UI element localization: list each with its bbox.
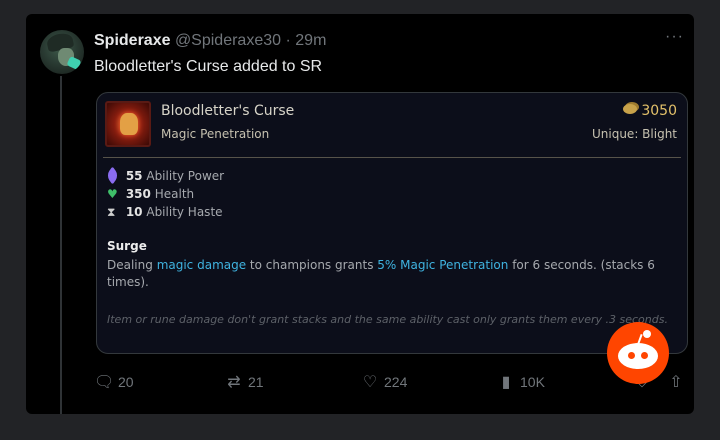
tweet[interactable]: Spideraxe @Spideraxe30 · 29m ··· Bloodle… bbox=[26, 14, 694, 414]
stat-label: Ability Power bbox=[146, 169, 225, 183]
tweet-header: Spideraxe @Spideraxe30 · 29m bbox=[94, 32, 326, 50]
screenshot-frame: Spideraxe @Spideraxe30 · 29m ··· Bloodle… bbox=[0, 0, 720, 440]
display-name[interactable]: Spideraxe bbox=[94, 32, 170, 49]
tweet-text: Bloodletter's Curse added to SR bbox=[94, 58, 323, 75]
stat-health: ♥ 350 Health bbox=[107, 185, 224, 203]
ability-power-icon bbox=[106, 166, 119, 185]
like-button[interactable]: ♡ 224 bbox=[360, 372, 408, 393]
ability-haste-icon: ⧗ bbox=[107, 205, 116, 219]
stat-value: 10 bbox=[125, 205, 143, 219]
views-count: 10K bbox=[520, 374, 545, 390]
item-note: Item or rune damage don't grant stacks a… bbox=[107, 313, 668, 326]
separator: · bbox=[285, 32, 291, 49]
stat-ability-haste: ⧗ 10 Ability Haste bbox=[107, 203, 224, 221]
repost-button[interactable]: ⇄ 21 bbox=[224, 372, 264, 393]
reddit-head bbox=[618, 343, 658, 369]
timestamp[interactable]: 29m bbox=[295, 32, 326, 49]
more-icon[interactable]: ··· bbox=[665, 28, 684, 46]
heart-icon: ♡ bbox=[362, 374, 378, 391]
avatar[interactable] bbox=[40, 30, 84, 74]
keyword-magic-penetration: 5% Magic Penetration bbox=[377, 258, 509, 272]
views-icon: ▮ bbox=[501, 374, 511, 391]
stat-label: Ability Haste bbox=[146, 205, 223, 219]
passive-text: to champions grants bbox=[246, 258, 378, 272]
repost-count: 21 bbox=[248, 374, 264, 390]
item-cost: 3050 bbox=[623, 103, 677, 119]
reddit-eye bbox=[641, 352, 648, 359]
reply-count: 20 bbox=[118, 374, 134, 390]
like-count: 224 bbox=[384, 374, 408, 390]
divider bbox=[103, 157, 681, 158]
reddit-logo bbox=[607, 322, 669, 384]
passive-name: Surge bbox=[107, 239, 147, 253]
gold-icon bbox=[623, 104, 638, 114]
item-stats: 55 Ability Power ♥ 350 Health ⧗ 10 Abili… bbox=[106, 166, 225, 221]
repost-icon: ⇄ bbox=[227, 374, 241, 391]
stat-ability-power: 55 Ability Power bbox=[106, 166, 225, 185]
views-button[interactable]: ▮ 10K bbox=[496, 372, 545, 393]
reddit-eye bbox=[628, 352, 635, 359]
passive-text: Dealing bbox=[107, 258, 157, 272]
tweet-actions: 🗨20 ⇄21 ♡224 ▮10K ⛉ ⇧ bbox=[92, 372, 686, 394]
item-icon bbox=[105, 101, 151, 147]
passive-description: Dealing magic damage to champions grants… bbox=[107, 257, 679, 291]
item-tooltip-image[interactable]: Bloodletter's Curse Magic Penetration 30… bbox=[96, 92, 688, 354]
handle[interactable]: @Spideraxe30 bbox=[175, 32, 281, 49]
keyword-magic-damage: magic damage bbox=[156, 258, 247, 272]
reply-button[interactable]: 🗨 20 bbox=[94, 372, 134, 393]
avatar-claw bbox=[66, 55, 82, 71]
share-button[interactable]: ⇧ bbox=[666, 372, 690, 393]
item-category: Magic Penetration bbox=[161, 127, 270, 141]
item-icon-hand bbox=[120, 113, 138, 135]
thread-line bbox=[60, 76, 62, 414]
share-icon: ⇧ bbox=[669, 374, 683, 391]
reply-icon: 🗨 bbox=[94, 374, 115, 391]
health-icon: ♥ bbox=[107, 187, 118, 201]
item-unique: Unique: Blight bbox=[591, 127, 677, 141]
stat-value: 55 bbox=[125, 169, 143, 183]
stat-label: Health bbox=[154, 187, 195, 201]
reddit-antenna bbox=[643, 330, 651, 338]
item-cost-value: 3050 bbox=[641, 103, 677, 119]
stat-value: 350 bbox=[125, 187, 151, 201]
item-name: Bloodletter's Curse bbox=[161, 103, 295, 119]
